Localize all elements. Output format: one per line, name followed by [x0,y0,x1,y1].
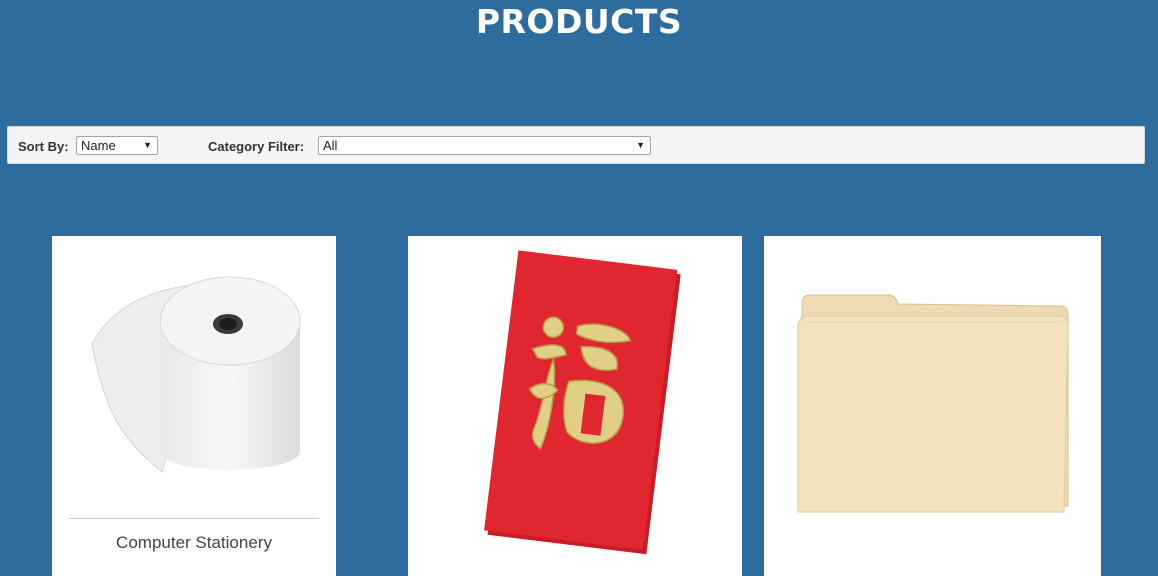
category-filter-value: All [323,138,338,153]
category-filter-select[interactable]: All ▼ [318,136,651,155]
product-card[interactable] [408,236,742,576]
category-filter-label: Category Filter: [208,139,305,154]
manila-folder-image [797,294,1069,513]
chevron-down-icon: ▼ [143,140,152,150]
sort-by-select[interactable]: Name ▼ [76,136,158,155]
product-name[interactable]: Computer Stationery [69,518,319,553]
red-envelope-image [484,250,681,555]
product-card[interactable] [764,236,1101,576]
chevron-down-icon: ▼ [636,140,645,150]
page-title: PRODUCTS [475,2,683,41]
sort-by-value: Name [81,138,116,153]
filter-bar: Sort By: Name ▼ Category Filter: All ▼ [7,126,1145,164]
product-card[interactable]: Computer Stationery [52,236,336,576]
paper-roll-image [91,276,301,473]
sort-by-label: Sort By: [18,139,69,154]
